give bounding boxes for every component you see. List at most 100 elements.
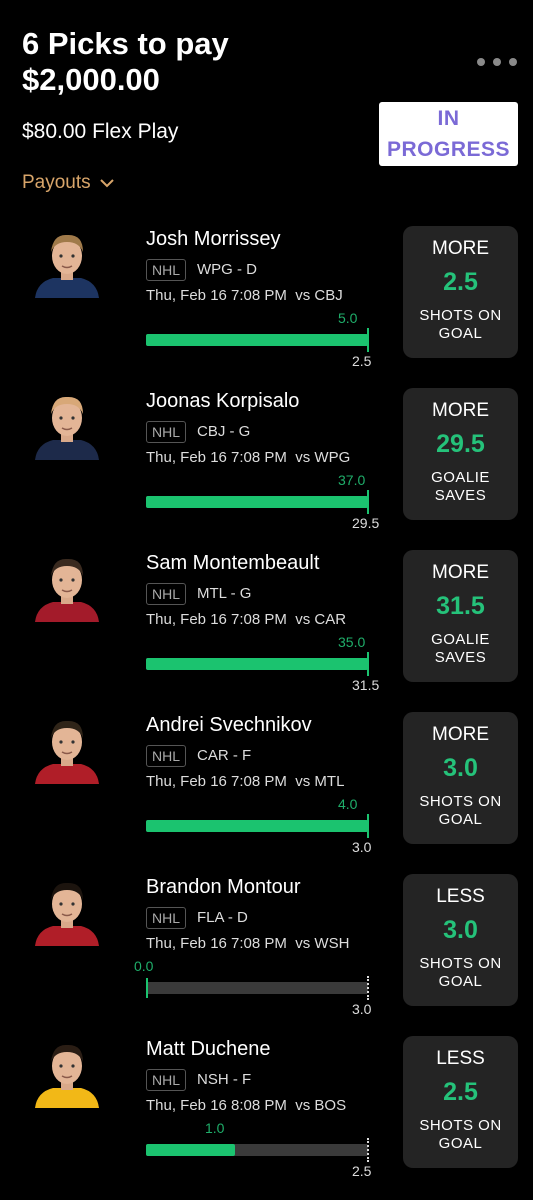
game-time: Thu, Feb 16 7:08 PM vs WSH (146, 935, 350, 952)
stat-type-line1: SHOTS ON (419, 793, 502, 810)
stat-type-line1: SHOTS ON (419, 1117, 502, 1134)
pick-row[interactable]: Josh Morrissey NHL WPG - D Thu, Feb 16 7… (0, 226, 533, 388)
stat-type: GOALIE SAVES (411, 469, 511, 505)
stat-type: GOALIE SAVES (411, 631, 511, 667)
line-marker (367, 490, 369, 514)
stat-type-line1: GOALIE (431, 469, 490, 486)
pick-line-number: 3.0 (443, 916, 478, 944)
pick-direction: MORE (432, 562, 489, 583)
stat-type-line1: GOALIE (431, 631, 490, 648)
actual-stat-value: 4.0 (338, 796, 358, 812)
more-options-icon[interactable] (477, 58, 517, 66)
pick-direction: MORE (432, 724, 489, 745)
line-marker (367, 814, 369, 838)
title-line-picks: 6 Picks to pay (22, 26, 229, 61)
stat-type: SHOTS ON GOAL (411, 307, 511, 343)
player-name: Sam Montembeault (146, 552, 320, 574)
player-avatar (31, 874, 103, 946)
payouts-toggle[interactable]: Payouts (22, 172, 115, 194)
pick-direction: LESS (436, 1048, 485, 1069)
stat-type-line2: GOAL (438, 811, 483, 828)
progress-fill (146, 658, 368, 670)
player-name: Josh Morrissey (146, 228, 281, 250)
title-line-payout: $2,000.00 (22, 62, 160, 97)
team-position: FLA - D (197, 909, 248, 926)
progress-fill (146, 496, 368, 508)
player-name: Matt Duchene (146, 1038, 271, 1060)
team-position: MTL - G (197, 585, 252, 602)
team-position: CBJ - G (197, 423, 251, 440)
pick-row[interactable]: Brandon Montour NHL FLA - D Thu, Feb 16 … (0, 874, 533, 1036)
stat-type-line2: SAVES (434, 487, 487, 504)
pick-line-number: 2.5 (443, 268, 478, 296)
player-name: Joonas Korpisalo (146, 390, 300, 412)
pick-card[interactable]: LESS 3.0 SHOTS ON GOAL (403, 874, 518, 1006)
projection-line-value: 31.5 (352, 677, 380, 693)
player-avatar (31, 1036, 103, 1108)
pick-row[interactable]: Sam Montembeault NHL MTL - G Thu, Feb 16… (0, 550, 533, 712)
entry-amount-label: $80.00 Flex Play (22, 120, 179, 143)
stat-type-line2: SAVES (434, 649, 487, 666)
actual-stat-value: 35.0 (338, 634, 366, 650)
pick-line-number: 31.5 (436, 592, 485, 620)
projection-line-value: 2.5 (352, 1163, 372, 1179)
pick-row[interactable]: Matt Duchene NHL NSH - F Thu, Feb 16 8:0… (0, 1036, 533, 1198)
pick-card[interactable]: LESS 2.5 SHOTS ON GOAL (403, 1036, 518, 1168)
league-badge: NHL (146, 583, 187, 605)
pick-line-number: 3.0 (443, 754, 478, 782)
league-badge: NHL (146, 259, 187, 281)
status-text-line2: PROGRESS (386, 138, 511, 161)
player-avatar (31, 226, 103, 298)
pick-direction: MORE (432, 238, 489, 259)
line-marker (367, 976, 369, 1000)
pick-row[interactable]: Andrei Svechnikov NHL CAR - F Thu, Feb 1… (0, 712, 533, 874)
stat-type: SHOTS ON GOAL (411, 955, 511, 991)
pick-row[interactable]: Joonas Korpisalo NHL CBJ - G Thu, Feb 16… (0, 388, 533, 550)
pick-card[interactable]: MORE 31.5 GOALIE SAVES (403, 550, 518, 682)
stat-type-line1: SHOTS ON (419, 307, 502, 324)
progress-fill (146, 820, 368, 832)
payouts-label: Payouts (22, 172, 91, 193)
projection-line-value: 3.0 (352, 1001, 372, 1017)
projection-line-value: 2.5 (352, 353, 372, 369)
progress-track (146, 982, 368, 994)
player-avatar (31, 388, 103, 460)
projection-line-value: 3.0 (352, 839, 372, 855)
line-marker (367, 652, 369, 676)
player-avatar (31, 712, 103, 784)
league-badge: NHL (146, 745, 187, 767)
pick-card[interactable]: MORE 3.0 SHOTS ON GOAL (403, 712, 518, 844)
pick-line-number: 2.5 (443, 1078, 478, 1106)
game-time: Thu, Feb 16 7:08 PM vs WPG (146, 449, 351, 466)
player-avatar (31, 550, 103, 622)
pick-direction: LESS (436, 886, 485, 907)
pick-card[interactable]: MORE 29.5 GOALIE SAVES (403, 388, 518, 520)
league-badge: NHL (146, 421, 187, 443)
team-position: NSH - F (197, 1071, 252, 1088)
projection-line-value: 29.5 (352, 515, 380, 531)
line-marker (367, 328, 369, 352)
progress-fill (146, 334, 368, 346)
progress-start-marker (146, 978, 148, 998)
league-badge: NHL (146, 907, 187, 929)
pick-direction: MORE (432, 400, 489, 421)
actual-stat-value: 5.0 (338, 310, 358, 326)
chevron-down-icon (99, 179, 114, 188)
actual-stat-value: 0.0 (134, 958, 154, 974)
game-time: Thu, Feb 16 8:08 PM vs BOS (146, 1097, 347, 1114)
team-position: CAR - F (197, 747, 252, 764)
stat-type: SHOTS ON GOAL (411, 1117, 511, 1153)
team-position: WPG - D (197, 261, 257, 278)
stat-type-line2: GOAL (438, 325, 483, 342)
league-badge: NHL (146, 1069, 187, 1091)
game-time: Thu, Feb 16 7:08 PM vs CAR (146, 611, 347, 628)
pick-card[interactable]: MORE 2.5 SHOTS ON GOAL (403, 226, 518, 358)
progress-fill (146, 1144, 235, 1156)
actual-stat-value: 1.0 (205, 1120, 225, 1136)
status-text-line1: IN (437, 107, 460, 130)
stat-type-line2: GOAL (438, 973, 483, 990)
stat-type-line1: SHOTS ON (419, 955, 502, 972)
pick-line-number: 29.5 (436, 430, 485, 458)
game-time: Thu, Feb 16 7:08 PM vs CBJ (146, 287, 343, 304)
status-badge: IN PROGRESS (379, 102, 518, 166)
